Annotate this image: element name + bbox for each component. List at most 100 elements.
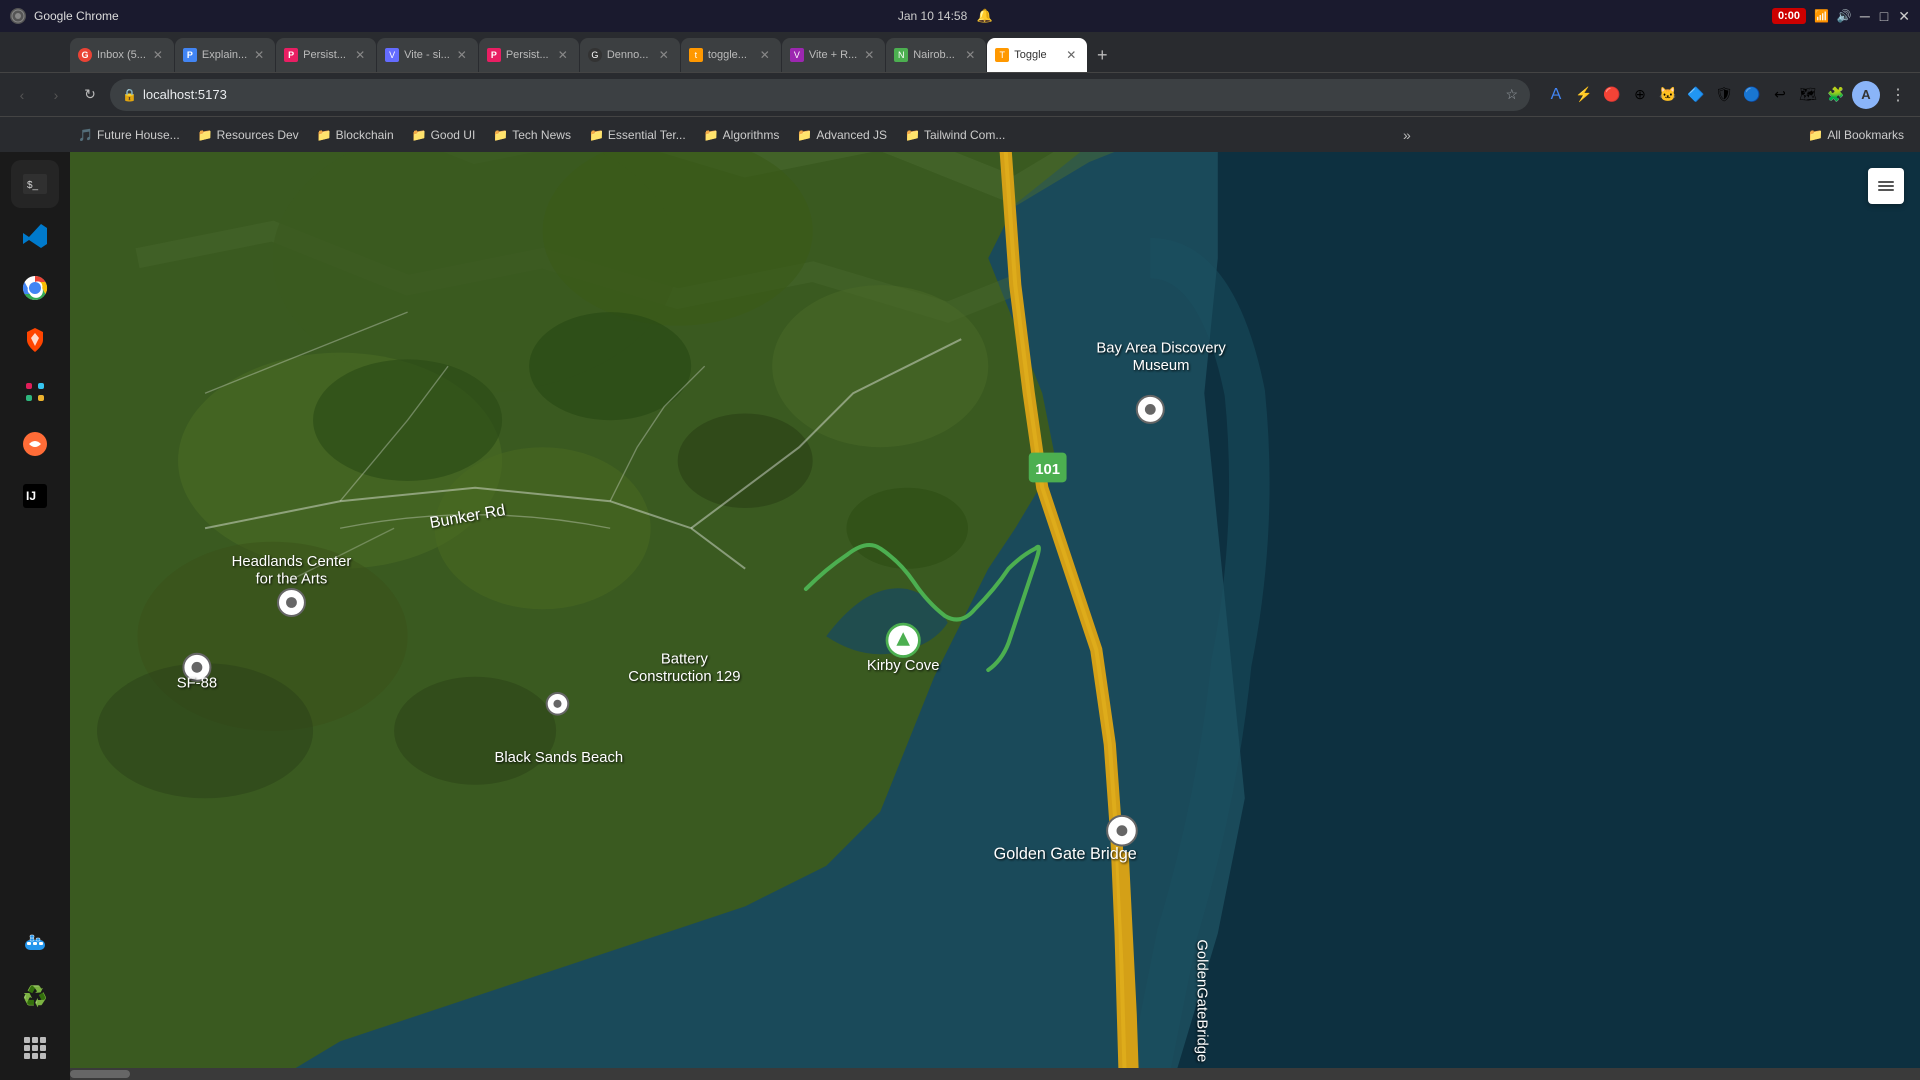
ext-6[interactable]: 🔷 [1684, 83, 1708, 107]
minimize-btn[interactable]: ─ [1860, 8, 1870, 24]
bookmark-essential[interactable]: 📁 Essential Ter... [581, 123, 694, 147]
tab-title-gmail: Inbox (5... [97, 49, 146, 61]
bookmark-resources-dev[interactable]: 📁 Resources Dev [190, 123, 307, 147]
tab-close-v2[interactable]: ✕ [861, 47, 877, 63]
title-bar: Google Chrome Jan 10 14:58 🔔 0:00 📶 🔊 ─ … [0, 0, 1920, 32]
tab-title-p3: Persist... [506, 49, 551, 61]
bookmark-folder-icon-7: 📁 [797, 128, 812, 142]
sidebar-item-postman[interactable] [11, 420, 59, 468]
tab-title-gh: Denno... [607, 49, 652, 61]
tab-close-gmail[interactable]: ✕ [150, 47, 166, 63]
bookmark-folder-icon-3: 📁 [412, 128, 427, 142]
tab-close-p1[interactable]: ✕ [251, 47, 267, 63]
bookmark-folder-icon-8: 📁 [905, 128, 920, 142]
profile-avatar[interactable]: A [1852, 81, 1880, 109]
sidebar-item-intellij[interactable]: IJ [11, 472, 59, 520]
bookmark-label-all: All Bookmarks [1827, 128, 1904, 142]
tab-nairobi[interactable]: N Nairob... ✕ [886, 38, 986, 72]
timer-badge: 0:00 [1772, 8, 1806, 24]
ext-7[interactable]: 🛡 [1712, 83, 1736, 107]
tab-title-nb: Nairob... [913, 49, 958, 61]
ext-10[interactable]: 🗺 [1796, 83, 1820, 107]
tab-close-p3[interactable]: ✕ [555, 47, 571, 63]
bookmark-label-algorithms: Algorithms [723, 128, 780, 142]
sidebar-item-brave[interactable] [11, 316, 59, 364]
tab-favicon-p2: P [284, 48, 298, 62]
bookmark-blockchain[interactable]: 📁 Blockchain [309, 123, 402, 147]
tab-close-t1[interactable]: ✕ [757, 47, 773, 63]
tab-toggle2[interactable]: T Toggle ✕ [987, 38, 1087, 72]
tab-bar: G Inbox (5... ✕ P Explain... ✕ P Persist… [0, 32, 1920, 72]
bookmark-folder-icon-all: 📁 [1808, 128, 1823, 142]
sidebar-item-recycle[interactable]: ♻️ [11, 972, 59, 1020]
volume-icon: 🔊 [1837, 9, 1852, 23]
bookmark-folder-icon: 📁 [198, 128, 213, 142]
map-area: 101 Golden Gate Market Bay Area Discover… [70, 152, 1920, 1080]
url-icons: ☆ [1505, 86, 1518, 103]
sidebar-item-terminal[interactable]: $_ [11, 160, 59, 208]
tab-gmail[interactable]: G Inbox (5... ✕ [70, 38, 174, 72]
close-btn[interactable]: ✕ [1898, 8, 1910, 25]
bookmark-tech-news[interactable]: 📁 Tech News [485, 123, 579, 147]
ext-puzzle[interactable]: 🧩 [1824, 83, 1848, 107]
tab-favicon-gmail: G [78, 48, 92, 62]
tab-vite1[interactable]: V Vite - si... ✕ [377, 38, 478, 72]
sidebar-item-apps[interactable] [11, 1024, 59, 1072]
extension-icons: A ⚡ 🔴 ⊕ 🐱 🔷 🛡 🔵 ↩ 🗺 🧩 A ⋮ [1544, 81, 1912, 109]
sidebar-item-slack[interactable] [11, 368, 59, 416]
tab-github[interactable]: G Denno... ✕ [580, 38, 680, 72]
title-bar-left: Google Chrome [10, 8, 119, 24]
back-button[interactable]: ‹ [8, 81, 36, 109]
title-bar-right: 0:00 📶 🔊 ─ □ ✕ [1772, 8, 1910, 25]
window-controls[interactable]: ─ □ ✕ [1860, 8, 1910, 25]
bookmark-star-icon[interactable]: ☆ [1505, 86, 1518, 103]
bookmark-folder-icon-6: 📁 [704, 128, 719, 142]
bookmark-goodui[interactable]: 📁 Good UI [404, 123, 484, 147]
tab-close-gh[interactable]: ✕ [656, 47, 672, 63]
bookmark-tailwind[interactable]: 📁 Tailwind Com... [897, 123, 1013, 147]
tab-vite2[interactable]: V Vite + R... ✕ [782, 38, 885, 72]
bookmark-advancedjs[interactable]: 📁 Advanced JS [789, 123, 895, 147]
svg-text:$_: $_ [27, 180, 39, 191]
ext-4[interactable]: ⊕ [1628, 83, 1652, 107]
tab-persist2[interactable]: P Persist... ✕ [276, 38, 376, 72]
translate-ext[interactable]: A [1544, 83, 1568, 107]
sidebar-item-docker[interactable] [11, 920, 59, 968]
tab-favicon-p3: P [487, 48, 501, 62]
tab-close-t2[interactable]: ✕ [1063, 47, 1079, 63]
chrome-menu-btn[interactable]: ⋮ [1884, 81, 1912, 109]
forward-button[interactable]: › [42, 81, 70, 109]
tab-close-p2[interactable]: ✕ [352, 47, 368, 63]
bookmark-algorithms[interactable]: 📁 Algorithms [696, 123, 788, 147]
tab-toggle1[interactable]: t toggle... ✕ [681, 38, 781, 72]
ext-3[interactable]: 🔴 [1600, 83, 1624, 107]
ext-9[interactable]: ↩ [1768, 83, 1792, 107]
svg-text:Bay Area Discovery: Bay Area Discovery [1096, 341, 1226, 357]
network-icon: 📶 [1814, 9, 1829, 23]
svg-text:Golden Gate Bridge: Golden Gate Bridge [994, 845, 1137, 863]
refresh-button[interactable]: ↻ [76, 81, 104, 109]
ext-8[interactable]: 🔵 [1740, 83, 1764, 107]
url-bar[interactable]: 🔒 localhost:5173 ☆ [110, 79, 1530, 111]
tab-title-t2: Toggle [1014, 49, 1059, 61]
map-scrollbar[interactable] [70, 1068, 1920, 1080]
svg-text:SF-88: SF-88 [177, 676, 217, 692]
tab-close-v1[interactable]: ✕ [454, 47, 470, 63]
tab-close-nb[interactable]: ✕ [962, 47, 978, 63]
maximize-btn[interactable]: □ [1880, 8, 1888, 24]
tab-persist1[interactable]: P Explain... ✕ [175, 38, 275, 72]
bookmarks-overflow-btn[interactable]: » [1403, 127, 1411, 143]
tab-persist3[interactable]: P Persist... ✕ [479, 38, 579, 72]
ext-2[interactable]: ⚡ [1572, 83, 1596, 107]
tab-favicon-t2: T [995, 48, 1009, 62]
sidebar-item-vscode[interactable] [11, 212, 59, 260]
bookmark-future-house[interactable]: 🎵 Future House... [70, 123, 188, 147]
bookmark-label-essential: Essential Ter... [608, 128, 686, 142]
bookmark-label-goodui: Good UI [431, 128, 476, 142]
ext-5[interactable]: 🐱 [1656, 83, 1680, 107]
sidebar-item-chrome[interactable] [11, 264, 59, 312]
bookmark-all[interactable]: 📁 All Bookmarks [1800, 123, 1912, 147]
bookmark-label-tailwind: Tailwind Com... [924, 128, 1005, 142]
layer-toggle-button[interactable] [1868, 168, 1904, 204]
new-tab-button[interactable]: + [1088, 41, 1116, 69]
